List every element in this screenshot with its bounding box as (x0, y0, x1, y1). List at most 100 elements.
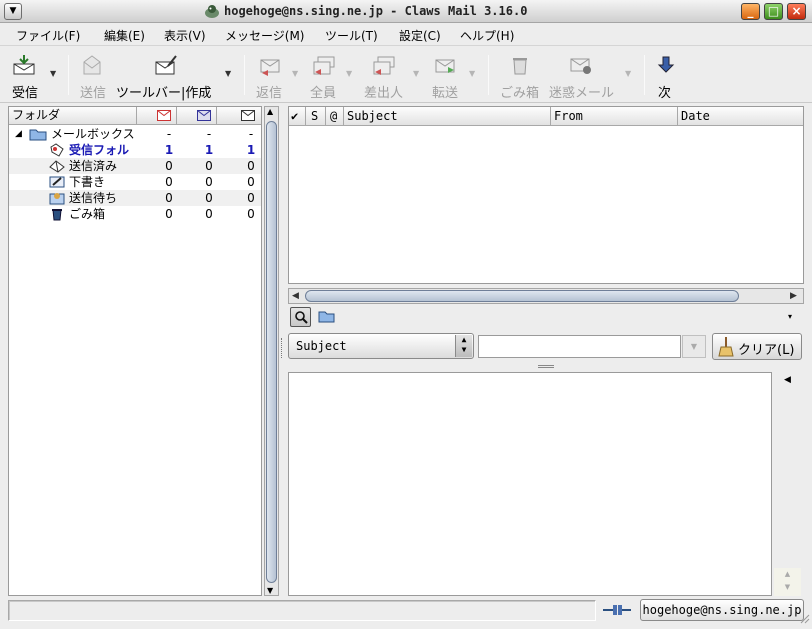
search-type-select[interactable]: Subject ▲ ▼ (288, 333, 474, 359)
unread-count: 0 (165, 159, 173, 173)
unread-count: 0 (165, 207, 173, 221)
spam-dropdown[interactable]: ▼ (625, 69, 631, 78)
pane-divider-handle[interactable] (538, 365, 554, 368)
online-plug-icon[interactable] (603, 602, 631, 618)
total-count: 0 (247, 191, 255, 205)
message-list-hscrollbar[interactable]: ◀ ▶ (288, 288, 804, 304)
reply-sender-dropdown[interactable]: ▼ (413, 69, 419, 78)
send-button[interactable]: 送信 (80, 47, 110, 102)
receive-label: 受信 (12, 86, 39, 101)
reply-all-dropdown[interactable]: ▼ (346, 69, 352, 78)
menu-edit[interactable]: 編集(E) (104, 27, 145, 44)
status-bar: hogehoge@ns.sing.ne.jp (0, 598, 812, 629)
toolbar-separator (68, 55, 69, 95)
message-view[interactable] (288, 372, 772, 596)
compose-dropdown[interactable]: ▼ (225, 69, 231, 78)
folder-row-sent[interactable]: 送信済み 0 0 0 (9, 158, 261, 174)
forward-button[interactable]: 転送 (432, 47, 460, 102)
next-label: 次 (658, 86, 672, 101)
quick-search-toggle[interactable] (290, 307, 311, 327)
column-from[interactable]: From (551, 107, 678, 126)
sent-icon (49, 159, 65, 173)
clear-button[interactable]: クリア(L) (712, 333, 802, 360)
new-column-header[interactable] (177, 107, 217, 125)
menu-file[interactable]: ファイル(F) (16, 27, 80, 44)
folder-name: 受信フォル (69, 143, 130, 157)
resize-grip-icon[interactable] (798, 612, 810, 624)
menu-message[interactable]: メッセージ(M) (225, 27, 304, 44)
folder-tree[interactable]: フォルダ ◢ メールボックス - - - 受信フォル 1 1 1 送信済み 0 … (8, 106, 262, 596)
forward-dropdown[interactable]: ▼ (469, 69, 475, 78)
expander-icon[interactable]: ◢ (15, 126, 22, 142)
spam-button[interactable]: 迷惑メール (549, 47, 615, 102)
total-column-header[interactable] (217, 107, 261, 125)
pane-divider-handle[interactable] (281, 338, 284, 358)
trash-button[interactable]: ごみ箱 (500, 47, 540, 102)
column-date[interactable]: Date (678, 107, 803, 126)
folder-row-inbox[interactable]: 受信フォル 1 1 1 (9, 142, 261, 158)
menu-help[interactable]: ヘルプ(H) (460, 27, 514, 44)
reply-all-button[interactable]: 全員 (310, 47, 338, 102)
folder-row-trash[interactable]: ごみ箱 0 0 0 (9, 206, 261, 222)
reply-label: 返信 (256, 86, 283, 101)
folder-name: メールボックス (51, 127, 135, 141)
folder-search-icon[interactable] (318, 309, 335, 323)
send-icon (80, 54, 104, 76)
account-selector[interactable]: hogehoge@ns.sing.ne.jp (640, 599, 804, 621)
quick-search-menu-arrow[interactable]: ▾ (788, 312, 792, 321)
search-input[interactable] (478, 335, 681, 358)
receive-button[interactable]: 受信 (12, 47, 44, 102)
folder-column-header[interactable]: フォルダ (9, 107, 137, 125)
folder-row-drafts[interactable]: 下書き 0 0 0 (9, 174, 261, 190)
reply-all-label: 全員 (310, 86, 337, 101)
column-subject[interactable]: Subject (344, 107, 551, 126)
spam-icon (569, 54, 593, 76)
folder-scrollbar[interactable]: ▲ ▼ (264, 106, 279, 596)
hscroll-thumb[interactable] (305, 290, 739, 302)
compose-button[interactable]: ツールバー|作成 (116, 47, 216, 102)
column-status[interactable]: S (306, 107, 326, 126)
next-button[interactable]: 次 (657, 47, 675, 102)
trash-label: ごみ箱 (500, 86, 540, 101)
magnifier-icon (291, 310, 310, 324)
reply-button[interactable]: 返信 (256, 47, 284, 102)
broom-icon (717, 337, 735, 357)
search-type-value: Subject (296, 339, 347, 353)
scroll-right-arrow[interactable]: ▶ (790, 289, 797, 303)
close-button[interactable]: × (787, 3, 806, 20)
message-list[interactable]: ✔ S @ Subject From Date (288, 106, 804, 284)
collapse-arrow-icon[interactable]: ◀ (784, 375, 791, 385)
new-count: 0 (205, 191, 213, 205)
toolbar: 受信 ▼ 送信 ツールバー|作成 ▼ 返信 ▼ 全員 ▼ 差出人 ▼ 転送 ▼ … (0, 47, 812, 103)
window-menu-button[interactable]: ▼ (4, 3, 22, 20)
reply-sender-icon (372, 54, 396, 76)
message-view-scroller[interactable]: ▲ ▼ (774, 568, 801, 596)
scroll-down-arrow[interactable]: ▼ (267, 586, 273, 595)
column-attachment[interactable]: @ (326, 107, 344, 126)
unread-column-header[interactable] (137, 107, 177, 125)
toolbar-separator (244, 55, 245, 95)
menu-configuration[interactable]: 設定(C) (399, 27, 441, 44)
scroll-left-arrow[interactable]: ◀ (292, 289, 299, 303)
receive-icon (12, 54, 36, 76)
menu-view[interactable]: 表示(V) (164, 27, 206, 44)
folder-row-mailbox[interactable]: ◢ メールボックス - - - (9, 126, 261, 142)
column-check[interactable]: ✔ (289, 107, 306, 126)
maximize-button[interactable]: □ (764, 3, 783, 20)
search-history-dropdown[interactable]: ▼ (682, 335, 706, 358)
unread-mail-icon (157, 110, 171, 121)
folder-name: 下書き (69, 175, 106, 189)
reply-dropdown[interactable]: ▼ (292, 69, 298, 78)
reply-sender-button[interactable]: 差出人 (364, 47, 404, 102)
folder-scroll-thumb[interactable] (266, 121, 277, 583)
minimize-button[interactable]: _ (741, 3, 760, 20)
status-message (8, 600, 596, 621)
quick-search-bar: ▾ (288, 306, 804, 328)
folder-row-queue[interactable]: 送信待ち 0 0 0 (9, 190, 261, 206)
compose-label: ツールバー|作成 (116, 86, 212, 101)
menu-tools[interactable]: ツール(T) (325, 27, 378, 44)
scroll-up-arrow[interactable]: ▲ (267, 107, 273, 116)
select-spinner-icon: ▲ ▼ (455, 335, 472, 357)
receive-dropdown[interactable]: ▼ (50, 69, 56, 78)
maximize-icon: □ (767, 4, 780, 18)
